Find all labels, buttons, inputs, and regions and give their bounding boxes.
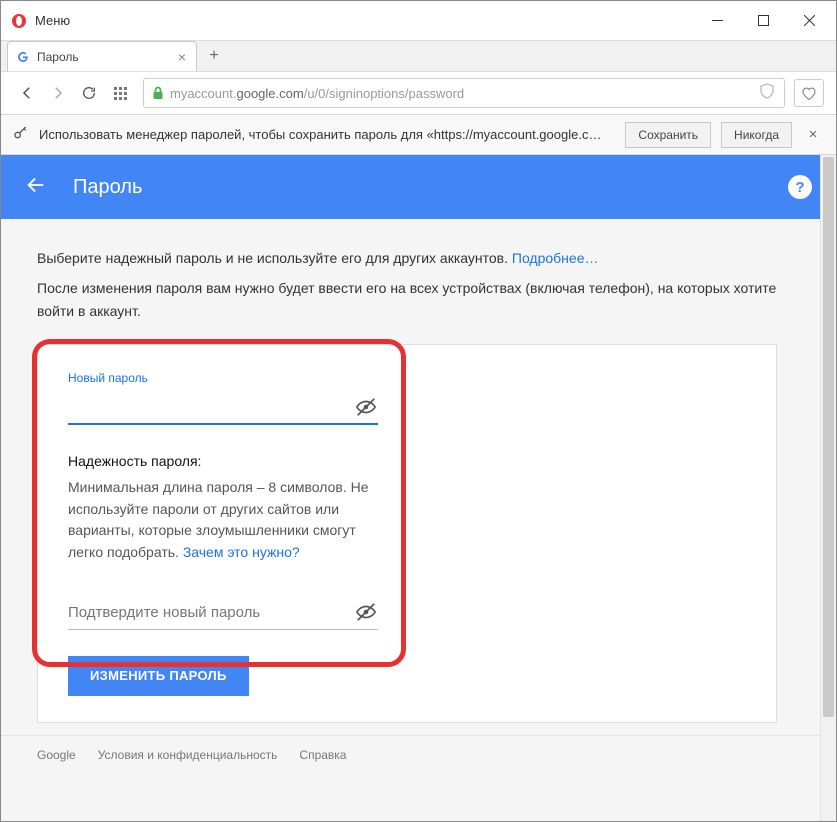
new-password-label: Новый пароль <box>68 371 378 385</box>
appbar-back-button[interactable] <box>25 174 49 201</box>
footer-help-link[interactable]: Справка <box>299 748 346 762</box>
password-save-button[interactable]: Сохранить <box>625 122 711 148</box>
tab-title: Пароль <box>37 50 79 64</box>
window-close-button[interactable] <box>786 5 832 37</box>
password-save-bar: Использовать менеджер паролей, чтобы сох… <box>1 115 836 155</box>
lock-icon <box>152 86 164 100</box>
help-button[interactable]: ? <box>788 175 812 199</box>
forward-button[interactable] <box>44 79 72 107</box>
key-icon <box>13 125 29 144</box>
new-tab-button[interactable]: + <box>201 43 227 69</box>
address-bar: myaccount.google.com/u/0/signinoptions/p… <box>1 71 836 115</box>
google-favicon-icon <box>16 50 30 64</box>
password-bar-close-icon[interactable]: × <box>802 126 824 143</box>
new-password-input[interactable] <box>68 399 354 416</box>
footer-terms-link[interactable]: Условия и конфиденциальность <box>98 748 278 762</box>
intro-text-2: После изменения пароля вам нужно будет в… <box>37 277 800 322</box>
window-maximize-button[interactable] <box>740 5 786 37</box>
password-strength-block: Надежность пароля: Минимальная длина пар… <box>68 451 378 563</box>
speed-dial-button[interactable] <box>106 79 134 107</box>
confirm-password-input[interactable] <box>68 604 354 621</box>
toggle-visibility-icon[interactable] <box>354 396 378 418</box>
main-wrap: Выберите надежный пароль и не используйт… <box>1 219 836 731</box>
bookmark-button[interactable] <box>794 79 824 107</box>
page-footer: Google Условия и конфиденциальность Спра… <box>1 735 836 774</box>
back-button[interactable] <box>13 79 41 107</box>
active-tab[interactable]: Пароль × <box>7 41 197 71</box>
password-never-button[interactable]: Никогда <box>721 122 792 148</box>
change-password-button[interactable]: ИЗМЕНИТЬ ПАРОЛЬ <box>68 656 249 696</box>
opera-logo-icon <box>11 13 27 29</box>
new-password-field: Новый пароль <box>68 371 378 425</box>
footer-brand: Google <box>37 748 76 762</box>
page-content: Пароль ? Выберите надежный пароль и не и… <box>1 155 836 821</box>
window-minimize-button[interactable] <box>694 5 740 37</box>
strength-title: Надежность пароля: <box>68 451 378 473</box>
password-save-message: Использовать менеджер паролей, чтобы сох… <box>39 127 615 142</box>
vertical-scrollbar[interactable] <box>820 155 836 821</box>
app-bar: Пароль ? <box>1 155 836 219</box>
page-title: Пароль <box>73 176 788 199</box>
scrollbar-thumb[interactable] <box>823 157 834 717</box>
tab-strip: Пароль × + <box>1 41 836 71</box>
url-input[interactable]: myaccount.google.com/u/0/signinoptions/p… <box>143 78 785 108</box>
strength-body: Минимальная длина пароля – 8 символов. Н… <box>68 477 378 564</box>
toggle-visibility-icon[interactable] <box>354 601 378 623</box>
title-bar: Меню <box>1 1 836 41</box>
learn-more-link[interactable]: Подробнее… <box>512 250 599 266</box>
reload-button[interactable] <box>75 79 103 107</box>
tab-close-icon[interactable]: × <box>178 49 186 65</box>
shield-icon[interactable] <box>760 83 776 104</box>
menu-button[interactable]: Меню <box>35 13 70 28</box>
password-card: Новый пароль Надежность пароля: Минималь… <box>37 344 777 722</box>
url-text: myaccount.google.com/u/0/signinoptions/p… <box>170 86 754 101</box>
intro-text-1: Выберите надежный пароль и не используйт… <box>37 247 800 269</box>
confirm-password-field <box>68 596 378 630</box>
why-needed-link[interactable]: Зачем это нужно? <box>183 544 300 560</box>
browser-window: Меню Пароль × + <box>0 0 837 822</box>
